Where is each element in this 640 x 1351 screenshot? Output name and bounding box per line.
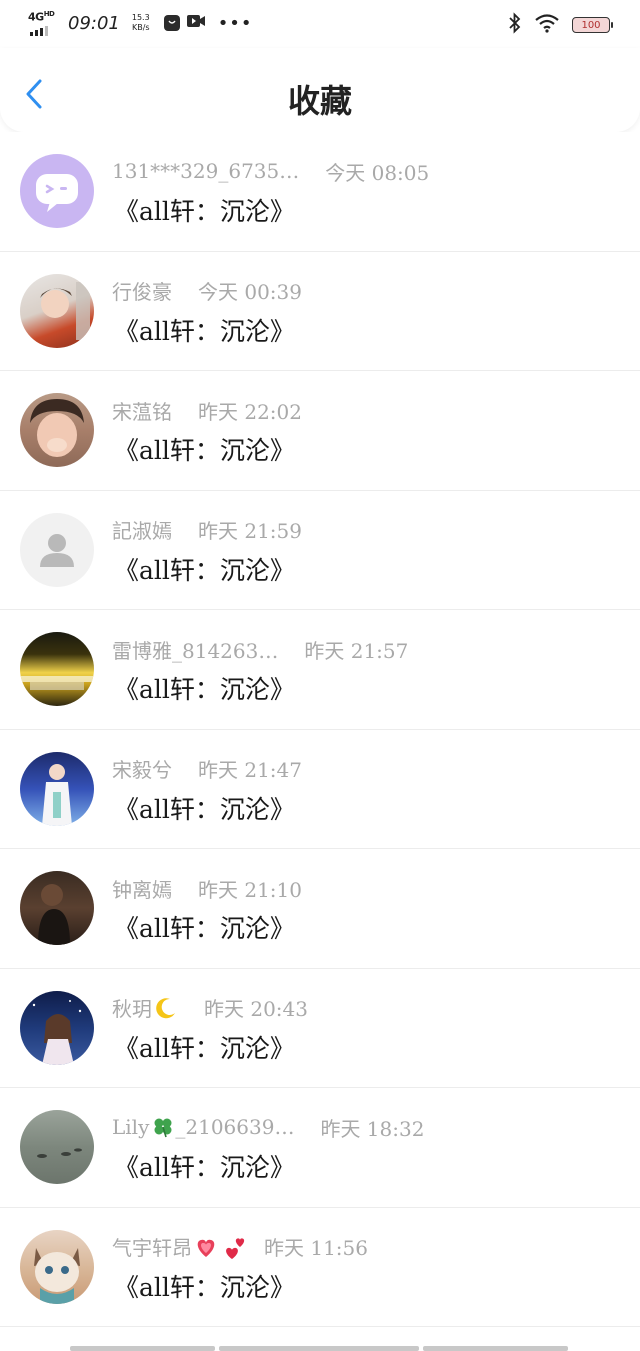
timestamp: 昨天 11:56 — [264, 1236, 368, 1260]
item-title: 《all轩：沉沦》 — [114, 1153, 295, 1182]
chat-bubble-icon — [36, 174, 78, 212]
timestamp: 今天 08:05 — [325, 160, 430, 185]
username: 雷博雅_814263… — [112, 638, 279, 663]
item-meta: 宋毅兮 昨天 21:47 — [112, 754, 640, 784]
username: Lily — [112, 1115, 150, 1139]
default-user-icon — [40, 533, 74, 567]
item-title: 《all轩：沉沦》 — [114, 197, 295, 226]
list-item[interactable]: 秋玥 昨天 20:43 《all轩：沉沦》 — [0, 969, 640, 1088]
wifi-icon — [534, 13, 560, 37]
username: 气宇轩昂 — [112, 1236, 192, 1260]
timestamp: 昨天 21:59 — [198, 519, 302, 543]
avatar[interactable] — [20, 1229, 94, 1304]
avatar[interactable] — [20, 393, 94, 467]
item-meta: 气宇轩昂 昨天 11:56 — [112, 1232, 640, 1262]
list-item[interactable]: Lily _2106639… 昨天 18:32 《all轩：沉沦》 — [0, 1088, 640, 1208]
username: 宋毅兮 — [112, 758, 172, 782]
item-title: 《all轩：沉沦》 — [114, 555, 295, 585]
item-title: 《all轩：沉沦》 — [114, 436, 295, 465]
timestamp: 昨天 22:02 — [198, 399, 302, 424]
hearts-icon — [194, 1235, 248, 1259]
signal-bars-icon — [30, 26, 48, 36]
shopping-bag-icon — [163, 15, 180, 31]
timestamp: 昨天 18:32 — [320, 1116, 425, 1141]
item-title: 《all轩：沉沦》 — [114, 1272, 295, 1302]
item-meta: 秋玥 昨天 20:43 — [112, 993, 640, 1023]
avatar[interactable] — [20, 512, 94, 587]
status-bar: 4GHD 09:01 15.3 KB/s ••• 100 — [0, 0, 640, 48]
timestamp: 今天 00:39 — [198, 280, 302, 304]
item-meta: 钟离嫣 昨天 21:10 — [112, 873, 640, 903]
item-meta: 記淑嫣 昨天 21:59 — [112, 515, 640, 545]
username: 記淑嫣 — [112, 519, 172, 543]
battery-icon: 100 — [572, 17, 613, 33]
list-item[interactable]: 钟离嫣 昨天 21:10 《all轩：沉沦》 — [0, 849, 640, 969]
status-right: 100 — [508, 12, 613, 38]
username-suffix: _2106639… — [175, 1115, 295, 1139]
item-meta: 雷博雅_814263… 昨天 21:57 — [112, 634, 640, 664]
username: 行俊豪 — [112, 280, 172, 304]
list-item[interactable]: 行俊豪 今天 00:39 《all轩：沉沦》 — [0, 252, 640, 371]
item-title: 《all轩：沉沦》 — [114, 914, 295, 943]
item-title: 《all轩：沉沦》 — [114, 794, 295, 824]
list-item[interactable]: 宋毅兮 昨天 21:47 《all轩：沉沦》 — [0, 730, 640, 849]
timestamp: 昨天 21:47 — [198, 758, 302, 782]
list-item[interactable]: 气宇轩昂 昨天 11:56 《all轩：沉沦》 — [0, 1208, 640, 1327]
item-meta: Lily _2106639… 昨天 18:32 — [112, 1112, 640, 1142]
avatar[interactable] — [20, 1110, 94, 1184]
nav-bar: 收藏 — [0, 48, 640, 132]
timestamp: 昨天 21:10 — [198, 877, 302, 902]
list-item[interactable]: 宋蕰铭 昨天 22:02 《all轩：沉沦》 — [0, 371, 640, 491]
favorites-page: 4GHD 09:01 15.3 KB/s ••• 100 收藏 131***32… — [0, 0, 640, 1351]
item-title: 《all轩：沉沦》 — [114, 1033, 295, 1063]
username: 钟离嫣 — [112, 877, 172, 902]
username: 秋玥 — [112, 997, 152, 1021]
video-icon — [186, 13, 206, 33]
item-title: 《all轩：沉沦》 — [114, 675, 295, 704]
list-item[interactable]: 記淑嫣 昨天 21:59 《all轩：沉沦》 — [0, 491, 640, 610]
page-title: 收藏 — [287, 82, 352, 120]
username: 131***329_6735… — [112, 159, 300, 183]
list-item[interactable]: 131***329_6735… 今天 08:05 《all轩：沉沦》 — [0, 132, 640, 252]
avatar[interactable] — [20, 751, 94, 826]
status-time: 09:01 — [68, 12, 120, 34]
bottom-indicator — [70, 1346, 570, 1351]
item-meta: 行俊豪 今天 00:39 — [112, 276, 640, 306]
bluetooth-icon — [508, 12, 522, 38]
network-indicator: 4GHD — [28, 10, 58, 36]
avatar[interactable] — [20, 871, 94, 945]
status-left: 4GHD 09:01 15.3 KB/s ••• — [28, 10, 253, 36]
item-meta: 131***329_6735… 今天 08:05 — [112, 156, 640, 186]
network-label: 4GHD — [28, 10, 55, 24]
item-title: 《all轩：沉沦》 — [114, 316, 295, 346]
favorites-list: 131***329_6735… 今天 08:05 《all轩：沉沦》 行俊豪 今… — [0, 132, 640, 1327]
moon-icon — [154, 996, 178, 1020]
avatar[interactable] — [20, 154, 94, 228]
clover-icon — [151, 1115, 175, 1139]
timestamp: 昨天 20:43 — [204, 997, 308, 1021]
avatar[interactable] — [20, 990, 94, 1065]
avatar[interactable] — [20, 632, 94, 706]
timestamp: 昨天 21:57 — [304, 638, 409, 663]
list-item[interactable]: 雷博雅_814263… 昨天 21:57 《all轩：沉沦》 — [0, 610, 640, 730]
item-meta: 宋蕰铭 昨天 22:02 — [112, 395, 640, 425]
network-speed: 15.3 KB/s — [131, 13, 150, 32]
avatar[interactable] — [20, 273, 94, 348]
more-notifications-icon: ••• — [217, 12, 253, 34]
username: 宋蕰铭 — [112, 399, 172, 424]
